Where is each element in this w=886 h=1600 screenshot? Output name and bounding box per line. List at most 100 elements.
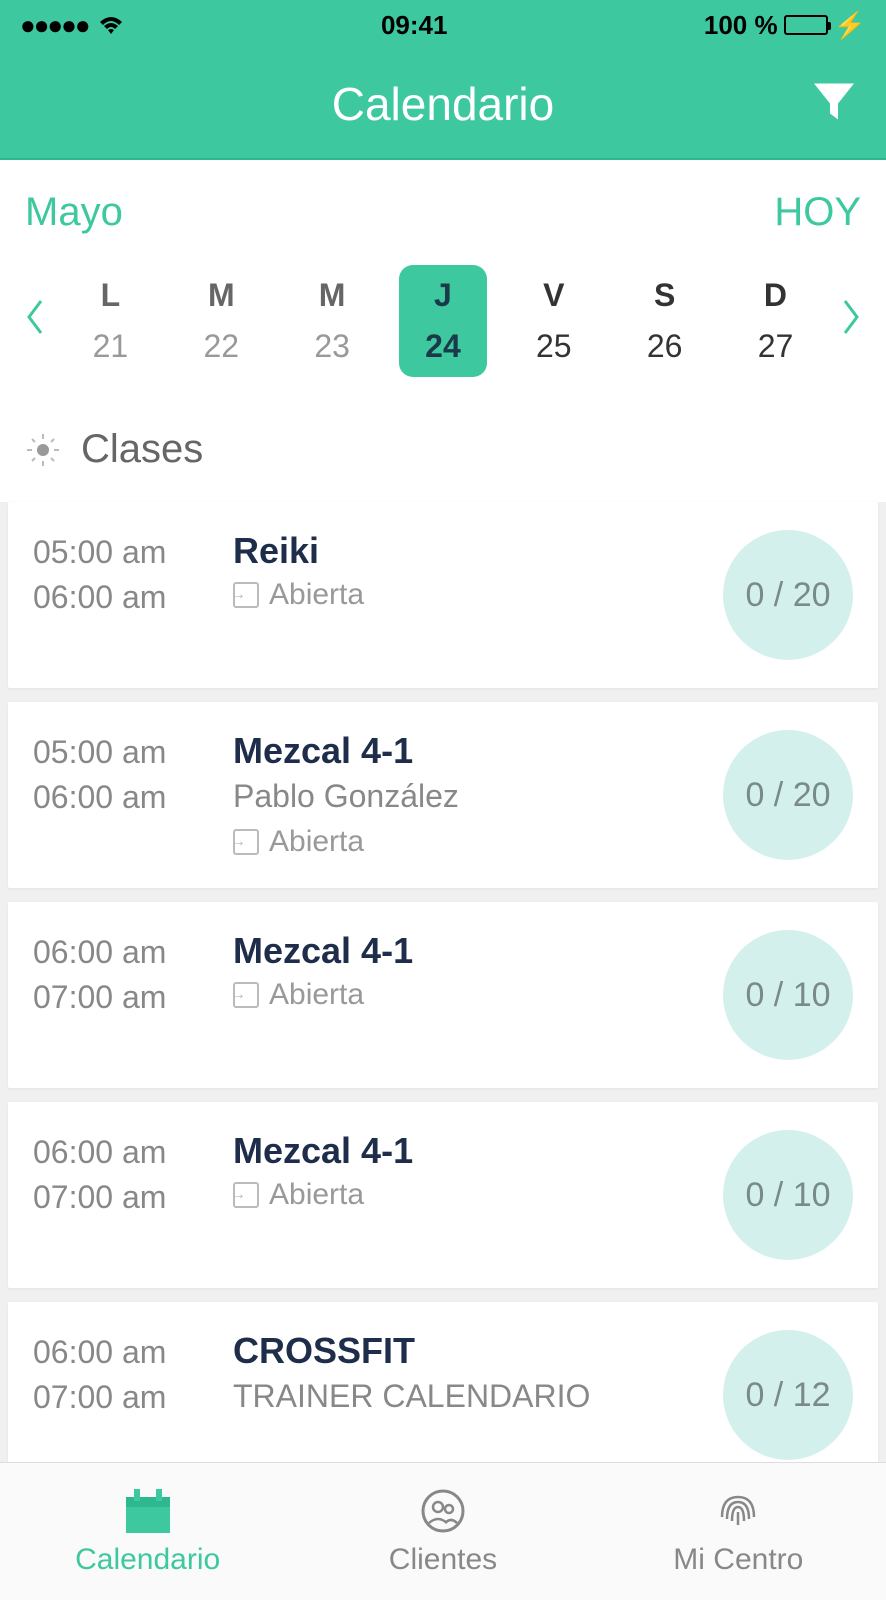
tab-center[interactable]: Mi Centro xyxy=(591,1463,886,1600)
class-info: Mezcal 4-1 Abierta xyxy=(223,930,723,1012)
status-text: Abierta xyxy=(269,978,364,1012)
class-end: 07:00 am xyxy=(33,1375,223,1420)
day-23[interactable]: M 23 xyxy=(288,265,376,377)
class-status: Abierta xyxy=(233,578,723,612)
battery-icon xyxy=(784,15,828,35)
class-count-badge: 0 / 20 xyxy=(723,730,853,860)
tab-center-label: Mi Centro xyxy=(673,1543,803,1577)
class-instructor: Pablo González xyxy=(233,778,723,815)
day-letter: M xyxy=(208,277,235,314)
class-time: 06:00 am07:00 am xyxy=(33,1330,223,1420)
class-name: Mezcal 4-1 xyxy=(233,930,723,972)
day-letter: V xyxy=(543,277,564,314)
day-letter: J xyxy=(434,277,452,314)
prev-week-button[interactable] xyxy=(15,296,55,346)
battery-percent: 100 % xyxy=(704,10,778,41)
tab-calendar[interactable]: Calendario xyxy=(0,1463,295,1600)
class-card[interactable]: 06:00 am07:00 amMezcal 4-1 Abierta 0 / 10 xyxy=(8,902,878,1088)
week-row: L 21 M 22 M 23 J 24 V 25 S 26 D 27 xyxy=(0,255,886,407)
class-status: Abierta xyxy=(233,978,723,1012)
enter-icon xyxy=(233,829,259,855)
class-start: 05:00 am xyxy=(33,530,223,575)
class-end: 07:00 am xyxy=(33,975,223,1020)
class-count-badge: 0 / 12 xyxy=(723,1330,853,1460)
class-card[interactable]: 06:00 am07:00 amCROSSFIT TRAINER CALENDAR… xyxy=(8,1302,878,1462)
day-letter: D xyxy=(764,277,787,314)
day-27[interactable]: D 27 xyxy=(731,265,819,377)
classes-list: 05:00 am06:00 amReikiAbierta0 / 2005:00 … xyxy=(0,502,886,1462)
class-name: Reiki xyxy=(233,530,723,572)
class-name: CROSSFIT xyxy=(233,1330,723,1372)
class-start: 06:00 am xyxy=(33,930,223,975)
day-26[interactable]: S 26 xyxy=(621,265,709,377)
class-time: 05:00 am06:00 am xyxy=(33,730,223,820)
day-24[interactable]: J 24 xyxy=(399,265,487,377)
app-header: Calendario xyxy=(0,50,886,160)
class-start: 06:00 am xyxy=(33,1130,223,1175)
class-info: CROSSFIT TRAINER CALENDARIO xyxy=(223,1330,723,1425)
class-count-badge: 0 / 10 xyxy=(723,930,853,1060)
status-bar: ●●●●● 09:41 100 % ⚡ xyxy=(0,0,886,50)
class-end: 07:00 am xyxy=(33,1175,223,1220)
class-instructor: TRAINER CALENDARIO xyxy=(233,1378,723,1415)
day-number: 21 xyxy=(93,328,129,365)
signal-dots-icon: ●●●●● xyxy=(20,10,89,41)
class-card[interactable]: 05:00 am06:00 amReiki Abierta 0 / 20 xyxy=(8,502,878,688)
status-text: Abierta xyxy=(269,578,364,612)
section-header: Clases xyxy=(0,407,886,502)
day-number: 27 xyxy=(758,328,794,365)
enter-icon xyxy=(233,582,259,608)
calendar-icon xyxy=(120,1487,176,1535)
status-text: Abierta xyxy=(269,825,364,859)
class-start: 05:00 am xyxy=(33,730,223,775)
class-end: 06:00 am xyxy=(33,775,223,820)
class-status: Abierta xyxy=(233,825,723,859)
class-info: Mezcal 4-1 Abierta xyxy=(223,1130,723,1212)
next-week-button[interactable] xyxy=(831,296,871,346)
sun-icon xyxy=(25,432,61,468)
class-card[interactable]: 06:00 am07:00 amMezcal 4-1 Abierta0 / 10 xyxy=(8,1102,878,1288)
tab-clients[interactable]: Clientes xyxy=(295,1463,590,1600)
today-button[interactable]: HOY xyxy=(774,190,861,235)
class-time: 06:00 am07:00 am xyxy=(33,930,223,1020)
day-number: 25 xyxy=(536,328,572,365)
day-number: 22 xyxy=(203,328,239,365)
class-count-badge: 0 / 20 xyxy=(723,530,853,660)
class-count-badge: 0 / 10 xyxy=(723,1130,853,1260)
wifi-icon xyxy=(97,14,125,36)
day-letter: L xyxy=(101,277,121,314)
tab-bar: Calendario Clientes Mi Centro xyxy=(0,1462,886,1600)
enter-icon xyxy=(233,1182,259,1208)
day-21[interactable]: L 21 xyxy=(66,265,154,377)
class-status: Abierta xyxy=(233,1178,723,1212)
tab-clients-label: Clientes xyxy=(389,1543,497,1577)
tab-calendar-label: Calendario xyxy=(75,1543,220,1577)
day-letter: S xyxy=(654,277,675,314)
class-end: 06:00 am xyxy=(33,575,223,620)
day-25[interactable]: V 25 xyxy=(510,265,598,377)
status-time: 09:41 xyxy=(381,10,448,41)
day-22[interactable]: M 22 xyxy=(177,265,265,377)
class-time: 06:00 am07:00 am xyxy=(33,1130,223,1220)
funnel-icon xyxy=(812,82,856,122)
filter-button[interactable] xyxy=(812,82,856,127)
class-info: Reiki Abierta xyxy=(223,530,723,612)
class-card[interactable]: 05:00 am06:00 amMezcal 4-1 Pablo González… xyxy=(8,702,878,888)
day-number: 23 xyxy=(314,328,350,365)
month-picker[interactable]: Mayo xyxy=(25,190,123,235)
section-label: Clases xyxy=(81,427,203,472)
day-letter: M xyxy=(319,277,346,314)
chevron-right-icon xyxy=(841,299,861,335)
page-title: Calendario xyxy=(332,77,554,131)
chevron-left-icon xyxy=(25,299,45,335)
month-row: Mayo HOY xyxy=(0,160,886,255)
people-icon xyxy=(415,1487,471,1535)
day-number: 24 xyxy=(425,328,461,365)
class-name: Mezcal 4-1 xyxy=(233,730,723,772)
fingerprint-icon xyxy=(710,1487,766,1535)
charging-icon: ⚡ xyxy=(834,10,866,41)
day-number: 26 xyxy=(647,328,683,365)
class-name: Mezcal 4-1 xyxy=(233,1130,723,1172)
class-time: 05:00 am06:00 am xyxy=(33,530,223,620)
class-start: 06:00 am xyxy=(33,1330,223,1375)
